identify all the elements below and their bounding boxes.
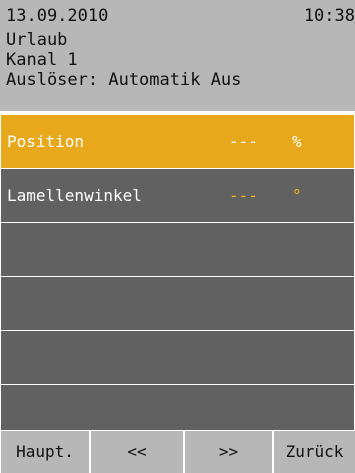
trigger-label: Auslöser: Automatik Aus [6, 70, 242, 90]
list-item-empty[interactable] [1, 223, 354, 276]
list-item-unit: % [292, 132, 302, 151]
list-item-value: --- [229, 186, 258, 205]
back-button[interactable]: Zurück [274, 431, 355, 473]
previous-button[interactable]: << [91, 431, 183, 473]
list-item-unit: ° [292, 186, 302, 205]
list-item-empty[interactable] [1, 331, 354, 384]
list-item-position[interactable]: Position --- % [1, 115, 354, 168]
screen: 13.09.2010 10:38 Urlaub Kanal 1 Auslöser… [0, 0, 355, 473]
list-item-empty[interactable] [1, 277, 354, 330]
main-menu-button[interactable]: Haupt. [1, 431, 89, 473]
list-item-empty[interactable] [1, 385, 354, 430]
time-label: 10:38 [303, 6, 355, 26]
footer-bar: Haupt. << >> Zurück [0, 431, 355, 473]
mode-label: Urlaub [6, 30, 68, 50]
list-item-label: Position [7, 132, 85, 151]
channel-label: Kanal 1 [6, 50, 78, 70]
status-header: 13.09.2010 10:38 Urlaub Kanal 1 Auslöser… [0, 0, 355, 111]
list-item-label: Lamellenwinkel [7, 186, 142, 205]
date-label: 13.09.2010 [6, 6, 109, 26]
list-item-slat-angle[interactable]: Lamellenwinkel --- ° [1, 169, 354, 222]
list-item-value: --- [229, 132, 258, 151]
next-button[interactable]: >> [185, 431, 272, 473]
